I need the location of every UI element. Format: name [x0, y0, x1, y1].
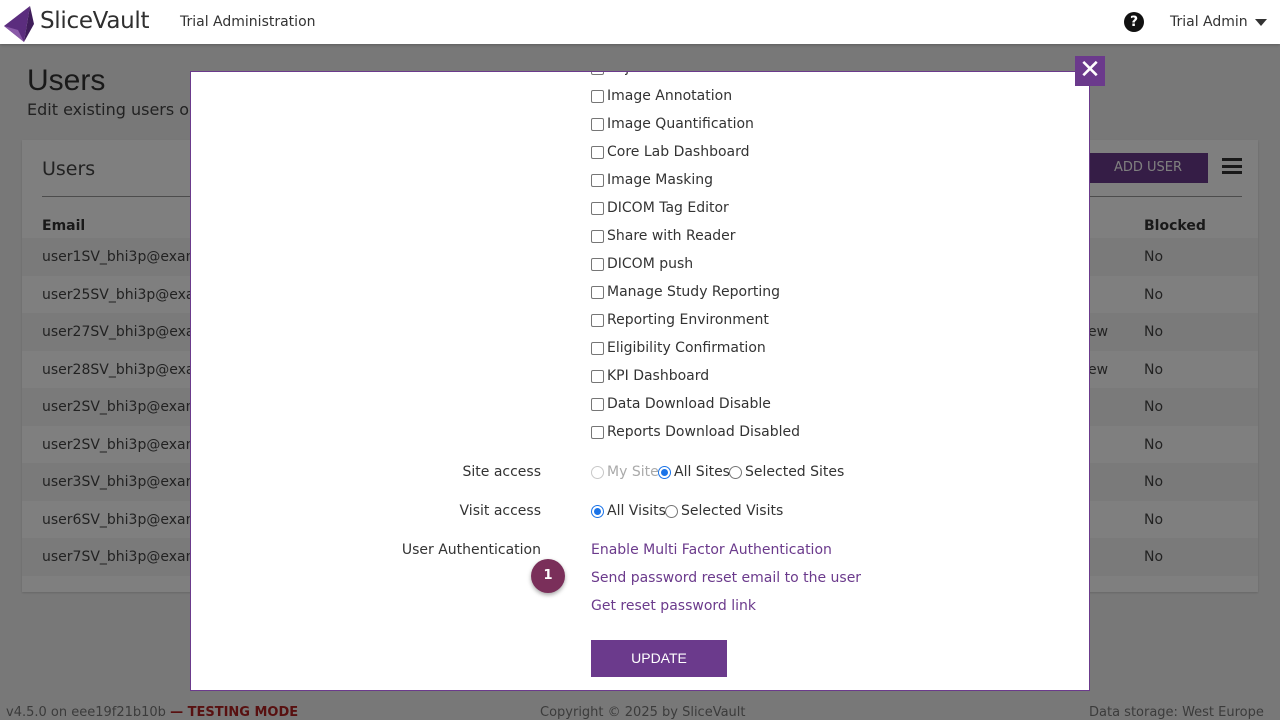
- permission-checkbox[interactable]: [591, 342, 604, 355]
- permission-label[interactable]: Eligibility Confirmation: [607, 340, 766, 356]
- permission-checkbox[interactable]: [591, 146, 604, 159]
- permission-checkbox[interactable]: [591, 72, 604, 75]
- permission-label[interactable]: Adjudicator: [607, 72, 687, 76]
- help-icon[interactable]: ?: [1124, 12, 1144, 32]
- radio-label-my-site: My Site: [607, 464, 659, 480]
- get-reset-password-link[interactable]: Get reset password link: [591, 598, 756, 614]
- enable-mfa-link[interactable]: Enable Multi Factor Authentication: [591, 542, 832, 558]
- nav-title[interactable]: Trial Administration: [180, 14, 316, 30]
- edit-user-modal: Adjudicator Image Annotation Image Quantif…: [190, 71, 1090, 691]
- visit-access-label: Visit access: [459, 503, 541, 519]
- permission-label[interactable]: Manage Study Reporting: [607, 284, 780, 300]
- radio-label-selected-sites[interactable]: Selected Sites: [745, 464, 844, 480]
- radio-all-visits[interactable]: [591, 505, 604, 518]
- radio-my-site: [591, 466, 604, 479]
- radio-selected-sites[interactable]: [729, 466, 742, 479]
- send-password-reset-link[interactable]: Send password reset email to the user: [591, 570, 861, 586]
- radio-label-selected-visits[interactable]: Selected Visits: [681, 503, 783, 519]
- radio-selected-visits[interactable]: [665, 505, 678, 518]
- chevron-down-icon[interactable]: [1255, 19, 1267, 26]
- permission-label[interactable]: KPI Dashboard: [607, 368, 709, 384]
- top-bar: SliceVault Trial Administration ? Trial …: [0, 0, 1280, 44]
- permission-label[interactable]: Reporting Environment: [607, 312, 769, 328]
- permission-checkbox[interactable]: [591, 230, 604, 243]
- permission-checkbox[interactable]: [591, 258, 604, 271]
- permission-label[interactable]: DICOM push: [607, 256, 693, 272]
- permission-label[interactable]: DICOM Tag Editor: [607, 200, 729, 216]
- permission-label[interactable]: Data Download Disable: [607, 396, 771, 412]
- permission-checkbox[interactable]: [591, 174, 604, 187]
- permission-checkbox[interactable]: [591, 314, 604, 327]
- close-icon[interactable]: ✕: [1075, 56, 1105, 86]
- permission-checkbox[interactable]: [591, 370, 604, 383]
- permission-checkbox[interactable]: [591, 202, 604, 215]
- radio-label-all-visits[interactable]: All Visits: [607, 503, 666, 519]
- user-menu[interactable]: Trial Admin: [1170, 14, 1248, 30]
- user-auth-label: User Authentication: [401, 542, 541, 558]
- permission-checkbox[interactable]: [591, 118, 604, 131]
- step-number-badge: 1: [531, 559, 565, 593]
- permission-label[interactable]: Image Quantification: [607, 116, 754, 132]
- update-button[interactable]: UPDATE: [591, 640, 727, 677]
- slicevault-logo-icon[interactable]: [4, 4, 34, 42]
- permission-label[interactable]: Reports Download Disabled: [607, 424, 800, 440]
- permission-label[interactable]: Core Lab Dashboard: [607, 144, 750, 160]
- site-access-label: Site access: [462, 464, 541, 480]
- permission-checkbox[interactable]: [591, 286, 604, 299]
- permission-label[interactable]: Image Annotation: [607, 88, 732, 104]
- radio-all-sites[interactable]: [658, 466, 671, 479]
- permission-checkbox[interactable]: [591, 426, 604, 439]
- permission-label[interactable]: Image Masking: [607, 172, 713, 188]
- permission-checkbox[interactable]: [591, 90, 604, 103]
- radio-label-all-sites[interactable]: All Sites: [674, 464, 730, 480]
- brand-name[interactable]: SliceVault: [40, 8, 150, 34]
- permission-label[interactable]: Share with Reader: [607, 228, 736, 244]
- permission-checkbox[interactable]: [591, 398, 604, 411]
